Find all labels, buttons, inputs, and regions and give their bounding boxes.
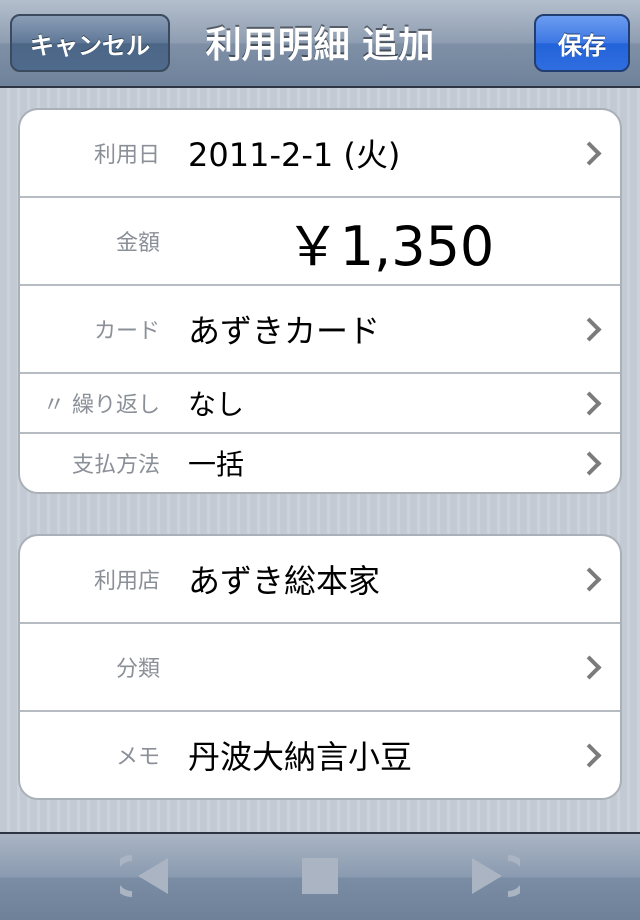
card-label: カード xyxy=(93,319,160,344)
fast-forward-button[interactable] xyxy=(468,854,520,898)
row-amount[interactable]: 金額 ￥1,350 xyxy=(20,198,620,286)
usage-date-label: 利用日 xyxy=(93,143,160,168)
card-value: あずきカード xyxy=(188,312,381,350)
chevron-right-icon xyxy=(577,286,602,372)
row-usage-date[interactable]: 利用日 2011-2-1 (火) xyxy=(20,110,620,198)
chevron-right-icon xyxy=(577,434,602,492)
row-repeat[interactable]: 〃 繰り返し なし xyxy=(20,374,620,434)
chevron-right-icon xyxy=(577,536,602,622)
row-card[interactable]: カード あずきカード xyxy=(20,286,620,374)
store-group: 利用店 あずき総本家 分類 メモ 丹波大納言小豆 xyxy=(18,534,622,800)
payment-method-value: 一括 xyxy=(188,448,245,481)
repeat-value: なし xyxy=(188,388,245,421)
repeat-label: 〃 繰り返し xyxy=(43,393,160,418)
cancel-button[interactable]: キャンセル xyxy=(10,14,170,72)
rewind-button[interactable] xyxy=(120,854,172,898)
chevron-right-icon xyxy=(577,374,602,432)
chevron-right-icon xyxy=(577,110,602,196)
memo-label: メモ xyxy=(115,745,160,770)
row-memo[interactable]: メモ 丹波大納言小豆 xyxy=(20,712,620,798)
stop-button[interactable] xyxy=(294,854,346,898)
details-group: 利用日 2011-2-1 (火) 金額 ￥1,350 カード あずきカード 〃 … xyxy=(18,108,622,494)
category-label: 分類 xyxy=(115,657,160,682)
store-value: あずき総本家 xyxy=(188,562,381,600)
payment-method-label: 支払方法 xyxy=(71,453,160,478)
page-title: 利用明細 追加 xyxy=(205,25,435,66)
rewind-icon xyxy=(120,855,168,897)
category-value xyxy=(188,624,570,710)
usage-date-value: 2011-2-1 (火) xyxy=(188,136,401,174)
bottom-toolbar xyxy=(0,832,640,920)
chevron-right-icon xyxy=(577,712,602,798)
navigation-bar: キャンセル 利用明細 追加 保存 xyxy=(0,0,640,88)
row-category[interactable]: 分類 xyxy=(20,624,620,712)
row-store[interactable]: 利用店 あずき総本家 xyxy=(20,536,620,624)
fast-forward-icon xyxy=(472,855,520,897)
row-payment-method[interactable]: 支払方法 一括 xyxy=(20,434,620,492)
stop-icon xyxy=(302,858,338,894)
memo-value: 丹波大納言小豆 xyxy=(188,738,413,776)
amount-label: 金額 xyxy=(115,231,160,256)
amount-value: ￥1,350 xyxy=(285,214,495,278)
chevron-right-icon xyxy=(577,624,602,710)
save-button[interactable]: 保存 xyxy=(534,14,630,72)
store-label: 利用店 xyxy=(93,569,160,594)
